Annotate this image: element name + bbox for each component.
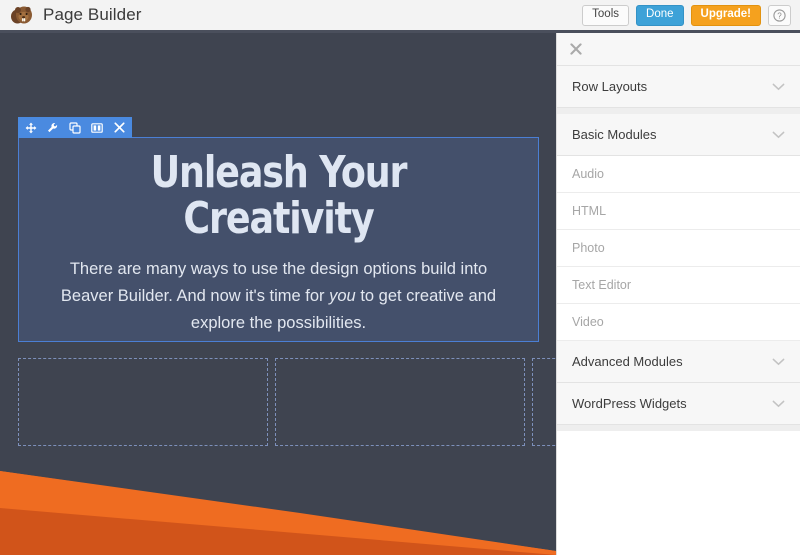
module-item-label: Photo <box>572 241 605 255</box>
brand: Page Builder <box>0 3 142 28</box>
hero-content: Unleash Your Creativity There are many w… <box>19 138 538 337</box>
section-divider <box>557 425 800 431</box>
panel-header <box>557 33 800 66</box>
move-icon[interactable] <box>20 117 42 138</box>
hero-paragraph-emphasis: you <box>329 287 356 306</box>
page-canvas[interactable]: Unleash Your Creativity There are many w… <box>0 36 556 555</box>
empty-column-placeholder[interactable] <box>532 358 556 446</box>
module-item-html[interactable]: HTML <box>557 193 800 230</box>
wrench-icon[interactable] <box>42 117 64 138</box>
sidebar-section-label: Basic Modules <box>572 127 657 142</box>
page-title: Page Builder <box>43 5 142 24</box>
beaver-logo-icon <box>9 3 34 28</box>
hero-module[interactable]: Unleash Your Creativity There are many w… <box>18 117 539 342</box>
sidebar-section-wordpress-widgets[interactable]: WordPress Widgets <box>557 383 800 425</box>
modules-panel: Row Layouts Basic Modules Audio HTML Pho… <box>556 33 800 555</box>
chevron-down-icon <box>772 126 785 144</box>
chevron-down-icon <box>772 395 785 413</box>
sidebar-section-label: Row Layouts <box>572 79 648 94</box>
empty-column-placeholder[interactable] <box>18 358 268 446</box>
sidebar-section-basic-modules[interactable]: Basic Modules <box>557 114 800 156</box>
sidebar-section-advanced-modules[interactable]: Advanced Modules <box>557 341 800 383</box>
module-item-photo[interactable]: Photo <box>557 230 800 267</box>
sidebar-section-row-layouts[interactable]: Row Layouts <box>557 66 800 108</box>
module-item-video[interactable]: Video <box>557 304 800 341</box>
duplicate-icon[interactable] <box>64 117 86 138</box>
empty-column-placeholder[interactable] <box>275 358 525 446</box>
close-icon[interactable] <box>570 43 582 55</box>
topbar-actions: Tools Done Upgrade! ? <box>582 4 800 26</box>
svg-text:?: ? <box>777 11 782 20</box>
module-item-label: Video <box>572 315 604 329</box>
top-toolbar: Page Builder Tools Done Upgrade! ? <box>0 0 800 33</box>
upgrade-button[interactable]: Upgrade! <box>690 4 761 26</box>
module-toolbar[interactable] <box>18 117 132 138</box>
help-button[interactable]: ? <box>768 4 791 26</box>
module-item-audio[interactable]: Audio <box>557 156 800 193</box>
close-icon[interactable] <box>108 117 130 138</box>
module-item-label: Audio <box>572 167 604 181</box>
help-icon: ? <box>773 8 786 22</box>
module-item-text-editor[interactable]: Text Editor <box>557 267 800 304</box>
chevron-down-icon <box>772 78 785 96</box>
module-item-label: HTML <box>572 204 607 218</box>
hero-heading: Unleash Your Creativity <box>150 147 408 245</box>
module-item-label: Text Editor <box>572 278 632 292</box>
done-button[interactable]: Done <box>636 4 684 26</box>
columns-icon[interactable] <box>86 117 108 138</box>
sidebar-section-label: Advanced Modules <box>572 354 683 369</box>
tools-button[interactable]: Tools <box>582 4 630 26</box>
sidebar-section-label: WordPress Widgets <box>572 396 687 411</box>
chevron-down-icon <box>772 353 785 371</box>
hero-paragraph: There are many ways to use the design op… <box>33 256 524 336</box>
